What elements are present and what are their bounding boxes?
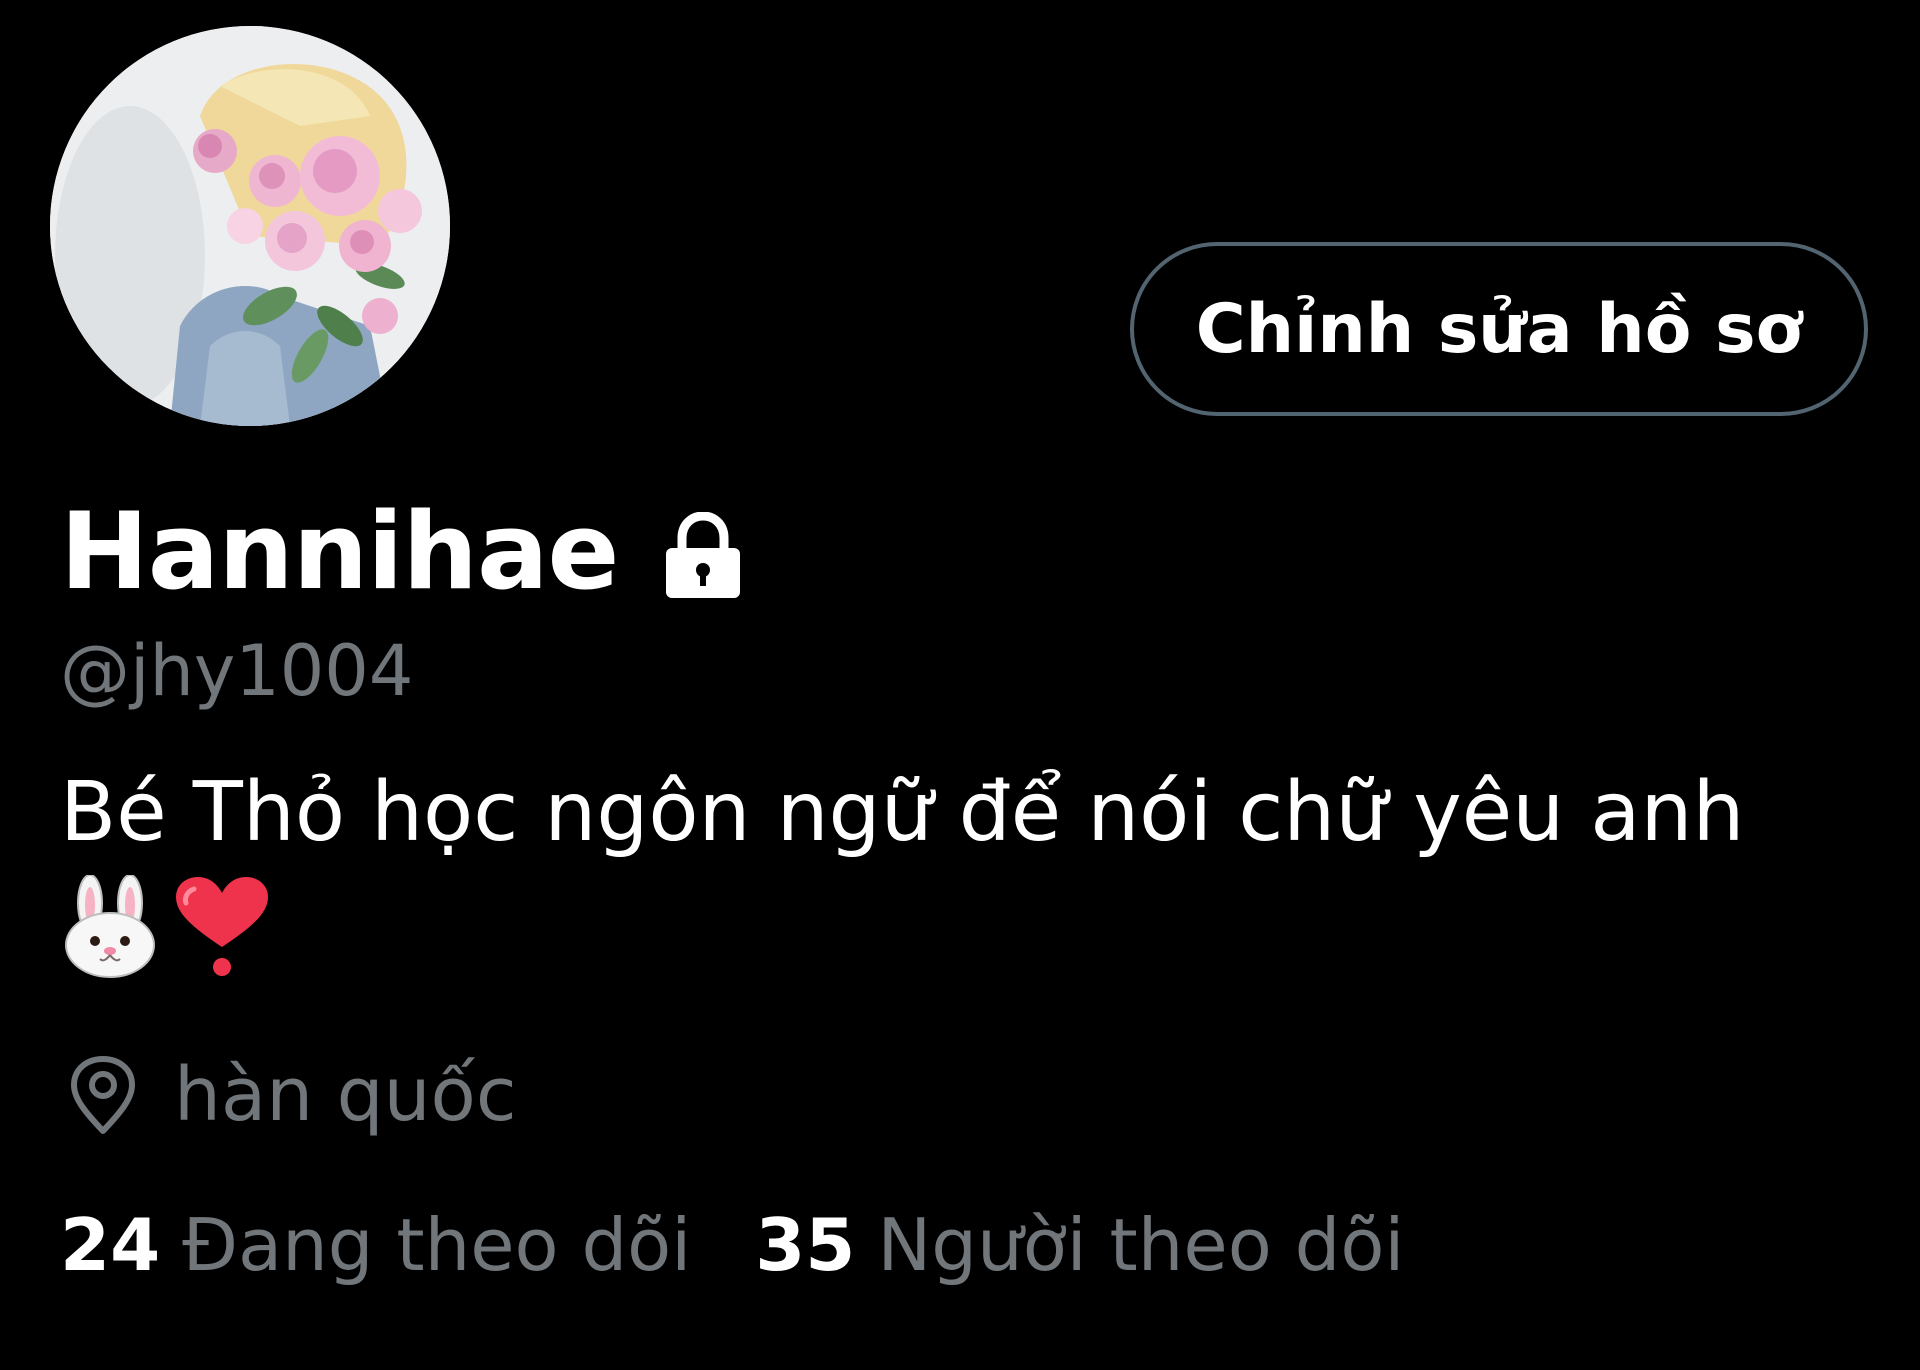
location-pin-icon [68,1055,138,1135]
following-count: 24 [60,1203,161,1287]
display-name-row: Hannihae [60,492,744,612]
follow-stats: 24 Đang theo dõi 35 Người theo dõi [60,1200,1404,1290]
location-row: hàn quốc [68,1050,517,1140]
followers-label: Người theo dõi [877,1203,1405,1287]
handle: @jhy1004 [60,630,414,712]
rabbit-face-emoji [60,875,160,979]
edit-profile-button[interactable]: Chỉnh sửa hồ sơ [1130,242,1868,416]
display-name: Hannihae [60,490,619,613]
profile-photo [50,26,450,426]
location-text: hàn quốc [174,1052,517,1138]
following-label: Đang theo dõi [182,1203,692,1287]
lock-icon [662,512,744,600]
bio-text: Bé Thỏ học ngôn ngữ để nói chữ yêu anh [60,765,1745,860]
following-link[interactable]: 24 Đang theo dõi [60,1209,691,1281]
heart-exclamation-emoji [172,875,272,979]
followers-link[interactable]: 35 Người theo dõi [755,1209,1404,1281]
avatar[interactable] [50,26,450,426]
followers-count: 35 [755,1203,856,1287]
bio-emojis [60,872,272,982]
